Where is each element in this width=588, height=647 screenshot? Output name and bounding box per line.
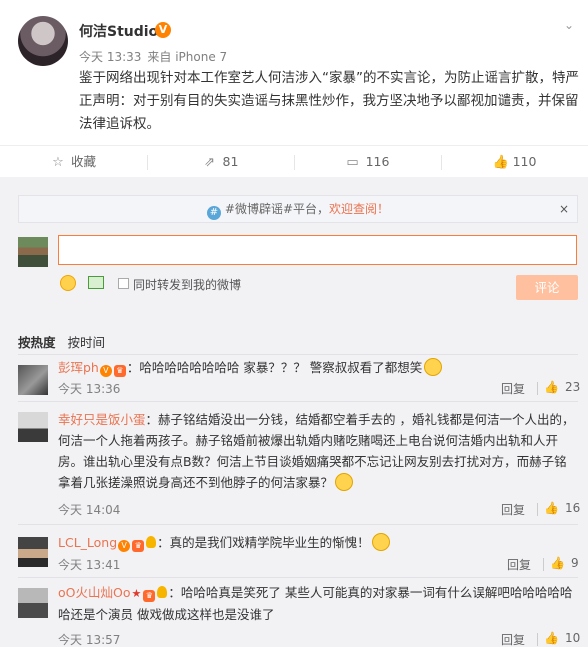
thumbs-up-icon: 👍 — [544, 501, 559, 515]
commenter-name[interactable]: oO火山灿Oo — [58, 585, 130, 600]
comment-time: 今天 13:36 — [58, 382, 121, 396]
comment-text: ：哈哈哈哈哈哈哈哈 家暴？？？ 警察叔叔看了都想笑 — [126, 360, 423, 375]
comment-like-button[interactable]: 👍 23 — [544, 380, 580, 394]
commenter-name[interactable]: 幸好只是饭小蛋 — [58, 412, 146, 427]
verified-badge-icon: V — [99, 365, 112, 377]
post-action-bar: ☆ 收藏 ⇗ 81 ▭ 116 👍 110 — [0, 145, 588, 177]
comment-like-count: 9 — [570, 556, 579, 570]
smile-emoji-icon — [335, 473, 354, 491]
thumbs-up-icon: 👍 — [550, 556, 565, 570]
divider — [18, 354, 578, 355]
comment-body: oO火山灿Oo★ ♛ ：哈哈哈真是笑死了 某些人可能真的对家暴一词有什么误解吧哈哈哈… — [58, 582, 578, 625]
favorite-label: 收藏 — [70, 154, 96, 169]
close-icon[interactable]: × — [559, 196, 569, 222]
post-source: 来自 iPhone 7 — [147, 50, 228, 64]
repost-count: 81 — [222, 154, 239, 169]
embarrassed-emoji-icon — [371, 533, 390, 551]
post-time[interactable]: 今天 13:33 — [79, 50, 141, 64]
reply-button[interactable]: 回复 — [507, 556, 531, 573]
comment-body: LCL_Long V ♛ ：真的是我们戏精学院毕业生的惭愧！ — [58, 532, 578, 553]
thumbs-up-icon: 👍 — [544, 380, 559, 394]
forward-checkbox[interactable] — [118, 278, 129, 289]
weibo-post: 何洁Studio V ⌄ 今天 13:33 来自 iPhone 7 鉴于网络出现针… — [0, 0, 588, 145]
emoji-icon[interactable] — [60, 275, 76, 291]
favorite-button[interactable]: ☆ 收藏 — [0, 146, 147, 178]
comment-like-count: 10 — [564, 631, 581, 645]
bulb-badge-icon — [157, 586, 168, 598]
comment-count: 116 — [365, 154, 390, 169]
member-badge-icon: ♛ — [143, 590, 156, 602]
comment-like-button[interactable]: 👍 9 — [550, 556, 579, 570]
notice-link[interactable]: 欢迎查阅！ — [329, 202, 389, 216]
reply-button[interactable]: 回复 — [501, 380, 525, 397]
commenter-avatar[interactable] — [18, 537, 48, 567]
comment-like-count: 23 — [564, 380, 581, 394]
laugh-emoji-icon — [424, 358, 443, 376]
repost-button[interactable]: ⇗ 81 — [147, 146, 294, 178]
tab-sort-time[interactable]: 按时间 — [68, 335, 106, 350]
comment-icon: ▭ — [346, 155, 359, 170]
rumor-notice-banner: # #微博辟谣#平台，欢迎查阅！ × — [18, 195, 578, 223]
like-button[interactable]: 👍 110 — [441, 146, 588, 178]
divider — [18, 401, 578, 402]
comment-like-button[interactable]: 👍 16 — [544, 501, 580, 515]
comment-time: 今天 13:41 — [58, 558, 121, 572]
comment-button[interactable]: ▭ 116 — [294, 146, 441, 178]
post-text: 鉴于网络出现针对本工作室艺人何洁涉入“家暴”的不实言论，为防止谣言扩散，特严正声… — [79, 70, 579, 132]
divider — [18, 577, 578, 578]
notice-text: #微博辟谣#平台， — [224, 202, 330, 216]
comments-section: # #微博辟谣#平台，欢迎查阅！ × 同时转发到我的微博 评论 按热度 按时间 彭珲… — [0, 177, 588, 647]
forward-label: 同时转发到我的微博 — [133, 278, 242, 292]
comment-body: 彭珲ph V ♛ ：哈哈哈哈哈哈哈哈 家暴？？？ 警察叔叔看了都想笑 — [58, 357, 578, 378]
commenter-avatar[interactable] — [18, 588, 48, 618]
hash-icon: # — [206, 206, 221, 220]
divider — [18, 524, 578, 525]
current-user-avatar — [18, 237, 48, 267]
comment-input[interactable] — [58, 235, 577, 265]
comment-body: 幸好只是饭小蛋：赫子铭结婚没出一分钱，结婚都空着手去的 ，婚礼钱都是何洁一个人出… — [58, 409, 578, 493]
star-badge-icon: ★ — [131, 587, 142, 600]
comment-time: 今天 13:57 — [58, 633, 121, 647]
commenter-name[interactable]: LCL_Long — [58, 535, 117, 550]
member-badge-icon: ♛ — [132, 540, 145, 552]
commenter-avatar[interactable] — [18, 412, 48, 442]
reply-button[interactable]: 回复 — [501, 631, 525, 647]
chevron-down-icon[interactable]: ⌄ — [562, 18, 576, 32]
verified-badge-icon: V — [118, 540, 131, 552]
comment-like-button[interactable]: 👍 10 — [544, 631, 580, 645]
like-count: 110 — [512, 154, 537, 169]
submit-comment-button[interactable]: 评论 — [516, 275, 578, 300]
member-badge-icon: ♛ — [113, 365, 126, 377]
thumbs-up-icon: 👍 — [492, 155, 509, 170]
bulb-badge-icon — [146, 536, 157, 548]
thumbs-up-icon: 👍 — [544, 631, 559, 645]
tab-sort-hot[interactable]: 按热度 — [18, 335, 56, 350]
author-name[interactable]: 何洁Studio — [79, 21, 158, 41]
repost-icon: ⇗ — [204, 155, 215, 170]
author-avatar[interactable] — [18, 16, 68, 66]
sort-tabs: 按热度 按时间 — [18, 332, 117, 351]
commenter-avatar[interactable] — [18, 365, 48, 395]
commenter-name[interactable]: 彭珲ph — [58, 360, 99, 375]
image-icon[interactable] — [88, 276, 104, 289]
comment-time: 今天 14:04 — [58, 503, 121, 517]
post-meta: 今天 13:33 来自 iPhone 7 — [79, 48, 233, 65]
reply-button[interactable]: 回复 — [501, 501, 525, 518]
star-icon: ☆ — [52, 155, 64, 170]
verified-badge-icon: V — [155, 22, 171, 38]
comment-like-count: 16 — [564, 501, 581, 515]
comment-text: ：真的是我们戏精学院毕业生的惭愧！ — [157, 535, 370, 550]
